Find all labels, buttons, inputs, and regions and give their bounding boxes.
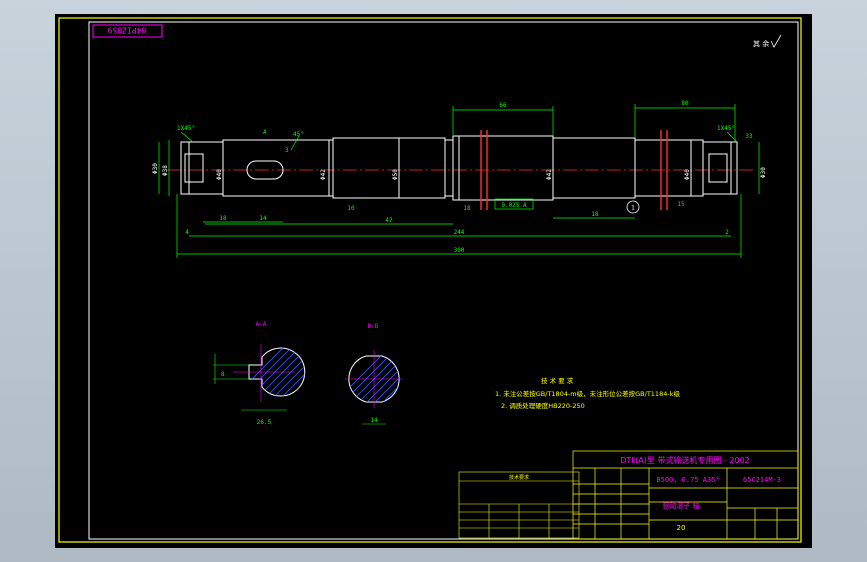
spec-table [458,471,580,539]
dim-main: 244 [454,229,465,236]
section-bb: 14 [345,350,403,425]
section-aa-label: A-A [256,321,267,328]
section-aa: 26.5 8 [213,344,306,426]
dia-1: Φ30 [152,163,159,174]
tolerance-value: 0.025 A [501,202,527,209]
dim-left-small: 4 [185,229,189,236]
section-a-label: A [263,129,267,136]
callout-3: 3 [285,147,289,154]
dia-7: Φ40 [684,169,691,180]
dim-mid: 47 [385,217,393,224]
corner-tag: 04PIZ059 [108,26,147,35]
dim-seg-c: 18 [591,211,599,218]
roughness-note: 其 余 [753,39,769,48]
dim-top-80: 80 [681,100,689,107]
tech-req-line1: 1. 未注公差按GB/T1804-m级，未注形位公差按GB/T1184-k级 [495,389,680,398]
dim-overall: 300 [454,247,465,254]
dim-top-66: 66 [499,102,507,109]
chamfer-left: 1X45° [177,125,195,132]
spec-table-title: 技术要求 [509,474,529,481]
aa-dim-1: 26.5 [257,419,272,426]
title-drawing-no: 65C214M-3 [743,476,781,484]
engineering-drawing: 04PIZ059 其 余 66 80 300 244 47 4 2 18 14 … [58,17,802,543]
title-project: DTⅡ(A)型 带式输送机专用图 - 2002 [620,455,750,465]
title-scale: 20 [677,524,686,532]
chamfer-right: 1X45° [717,125,735,132]
dim-step-3: 15 [677,201,685,208]
dim-seg-b: 14 [259,215,267,222]
dim-step-1: 10 [347,205,355,212]
tech-req-line2: 2. 调质处理硬度HB220-250 [501,401,585,410]
dia-3: Φ40 [216,169,223,180]
tech-req-title: 技 术 要 求 [541,376,574,385]
title-spec: B500, 0.75 A35° [656,476,719,484]
technical-requirements: 技 术 要 求 1. 未注公差按GB/T1804-m级，未注形位公差按GB/T1… [495,376,680,410]
dim-right-small: 2 [725,229,729,236]
dia-6: Φ42 [546,169,553,180]
aa-dim-2: 8 [221,371,225,378]
dim-step-2: 18 [463,205,471,212]
note-angle: 45° [293,131,304,138]
section-bb-label: B-B [368,323,379,330]
dim-seg-a: 18 [219,215,227,222]
dia-2: Φ38 [162,165,169,176]
title-part-name: 驱动滚子 轴 [662,501,699,510]
datum-circle-label: 1 [631,205,635,212]
cad-viewport[interactable]: 04PIZ059 其 余 66 80 300 244 47 4 2 18 14 … [55,14,812,548]
dia-8: Φ30 [760,167,767,178]
dia-4: Φ42 [320,169,327,180]
dim-right-seg: 33 [745,133,753,140]
bb-dim-1: 14 [370,417,378,424]
dia-5: Φ50 [392,169,399,180]
roughness-symbol [770,34,782,48]
